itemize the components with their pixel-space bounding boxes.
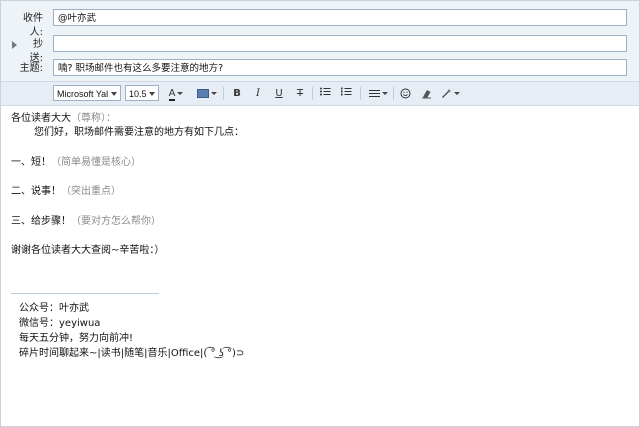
font-family-value: Microsoft Yal [57, 89, 109, 99]
message-body[interactable]: 各位读者大大（尊称）： 您们好，职场邮件需要注意的地方有如下几点： 一、短！（简… [1, 105, 639, 425]
point-1-note: （简单易懂是核心） [51, 157, 141, 168]
numbered-list-icon [341, 87, 352, 96]
point-2: 二、说事！（突出重点） [11, 186, 121, 198]
bold-button[interactable]: B [230, 86, 244, 101]
to-label: 收件人: [23, 13, 43, 38]
signature-divider [11, 293, 159, 294]
chevron-down-icon [453, 91, 460, 95]
chevron-down-icon [381, 91, 388, 95]
thanks-line: 谢谢各位读者大大查阅~辛苦啦：） [11, 245, 165, 256]
toolbar-separator [360, 87, 361, 100]
cc-label: 抄送: [29, 39, 43, 64]
point-3: 三、给步骤！（要对方怎么帮你） [11, 216, 161, 228]
numbered-list-button[interactable] [339, 86, 353, 101]
to-field[interactable]: @叶亦武 [53, 9, 627, 26]
subject-label: 主题: [19, 63, 43, 74]
toolbar-separator [223, 87, 224, 100]
subject-field[interactable]: 喃? 职场邮件也有这么多要注意的地方? [53, 59, 627, 76]
greeting-note: （尊称）： [71, 113, 116, 124]
emoji-button[interactable] [398, 86, 412, 101]
font-color-button[interactable]: A [167, 86, 185, 101]
italic-button[interactable]: I [251, 86, 265, 101]
magic-wand-icon [441, 88, 451, 98]
highlight-color-icon [197, 88, 209, 98]
point-3-note: （要对方怎么帮你） [71, 216, 161, 227]
toolbar-separator [393, 87, 394, 100]
chevron-down-icon [177, 91, 184, 95]
greeting-line: 各位读者大大（尊称）： [11, 113, 116, 125]
clear-format-button[interactable] [419, 86, 433, 101]
more-tools-button[interactable] [438, 86, 462, 101]
bullet-list-button[interactable] [318, 86, 332, 101]
point-1-text: 一、短！ [11, 157, 51, 168]
chevron-down-icon [111, 92, 117, 96]
smiley-icon [400, 88, 410, 98]
signature-line-4: 碎片时间聊起来~|读书|随笔|音乐|Office|( ͡° ͜ʖ ͡°)⊃ [19, 348, 245, 359]
cc-row: 抄送: [1, 35, 639, 64]
bullet-list-icon [320, 87, 331, 96]
point-2-text: 二、说事！ [11, 186, 61, 197]
font-color-icon: A [168, 88, 176, 101]
underline-button[interactable]: U [272, 86, 286, 101]
header-fields: 收件人: @叶亦武 抄送: 主题: 喃? 职场邮件也有这么多要注意的地方? [1, 1, 639, 81]
signature-line-1: 公众号：叶亦武 [19, 303, 89, 314]
intro-line: 您们好，职场邮件需要注意的地方有如下几点： [34, 127, 244, 138]
cc-expand-icon[interactable] [12, 41, 17, 49]
greeting-text: 各位读者大大 [11, 113, 71, 124]
compose-window: 收件人: @叶亦武 抄送: 主题: 喃? 职场邮件也有这么多要注意的地方? Mi… [0, 0, 640, 427]
to-row: 收件人: @叶亦武 [1, 9, 639, 38]
align-icon [368, 89, 380, 97]
point-3-text: 三、给步骤！ [11, 216, 71, 227]
subject-row: 主题: 喃? 职场邮件也有这么多要注意的地方? [1, 59, 639, 79]
align-button[interactable] [366, 86, 390, 101]
cc-field[interactable] [53, 35, 627, 52]
chevron-down-icon [149, 92, 155, 96]
strikethrough-button[interactable]: T [293, 86, 307, 101]
font-size-select[interactable]: 10.5 [125, 85, 159, 101]
font-family-select[interactable]: Microsoft Yal [53, 85, 121, 101]
point-2-note: （突出重点） [61, 186, 121, 197]
highlight-color-button[interactable] [195, 86, 219, 101]
toolbar-separator [312, 87, 313, 100]
point-1: 一、短！（简单易懂是核心） [11, 157, 141, 169]
eraser-icon [421, 89, 431, 98]
format-toolbar: Microsoft Yal 10.5 A B I U T [1, 81, 639, 106]
font-size-value: 10.5 [129, 89, 147, 99]
signature-line-3: 每天五分钟，努力向前冲! [19, 333, 134, 344]
signature-line-2: 微信号：yeyiwua [19, 318, 101, 329]
chevron-down-icon [211, 91, 217, 95]
